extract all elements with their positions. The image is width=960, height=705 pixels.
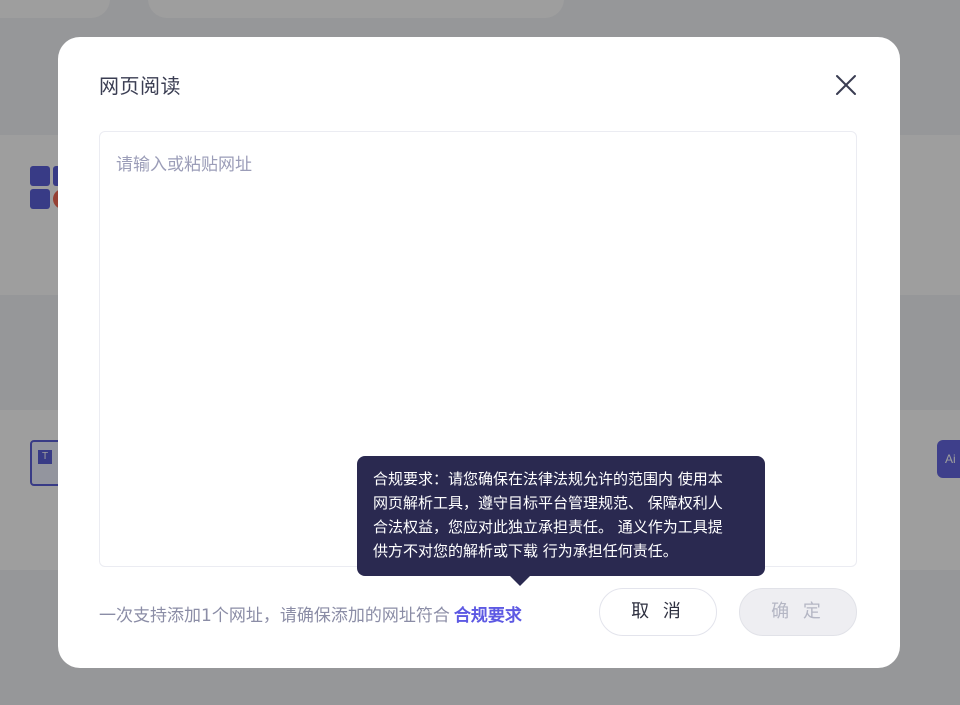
tooltip-line: 合规要求：请您确保在法律法规允许的范围内 使用本 — [373, 470, 723, 488]
confirm-button[interactable]: 确 定 — [739, 588, 857, 636]
tooltip-line: 供方不对您的解析或下载 行为承担任何责任。 — [373, 542, 678, 560]
compliance-tooltip: 合规要求：请您确保在法律法规允许的范围内 使用本 网页解析工具，遵守目标平台管理… — [357, 456, 765, 586]
tooltip-line: 网页解析工具，遵守目标平台管理规范、 保障权利人 — [373, 494, 723, 512]
compliance-link[interactable]: 合规要求 — [454, 606, 522, 626]
dialog-title: 网页阅读 — [99, 74, 181, 98]
cancel-button[interactable]: 取 消 — [599, 588, 717, 636]
close-icon — [836, 75, 856, 95]
tooltip-line: 合法权益，您应对此独立承担责任。 通义作为工具提 — [373, 518, 723, 536]
close-button[interactable] — [832, 71, 860, 99]
web-reading-dialog: 网页阅读 合规要求：请您确保在法律法规允许的范围内 使用本 网页解析工具，遵守目… — [58, 37, 900, 668]
tooltip-arrow — [509, 575, 531, 586]
footer-note: 一次支持添加1个网址，请确保添加的网址符合 合规要求 — [99, 601, 522, 626]
footer-note-text: 一次支持添加1个网址，请确保添加的网址符合 — [99, 606, 450, 626]
